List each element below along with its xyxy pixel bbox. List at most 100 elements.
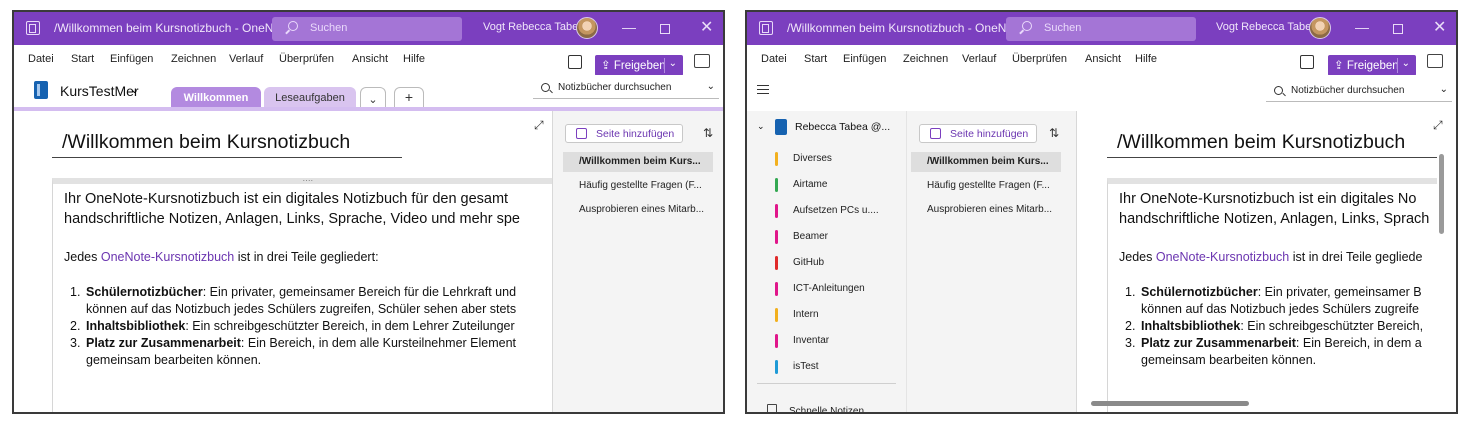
menu-zeichnen[interactable]: Zeichnen <box>171 53 216 65</box>
menu-zeichnen[interactable]: Zeichnen <box>903 53 948 65</box>
chevron-down-icon: ⌄ <box>1401 58 1410 69</box>
list-item: können auf das Notizbuch jedes Schülers … <box>70 301 536 318</box>
chevron-down-icon[interactable]: ⌄ <box>757 121 765 132</box>
menu-verlauf[interactable]: Verlauf <box>229 53 263 65</box>
search-box[interactable]: Suchen <box>1006 17 1196 41</box>
menu-verlauf[interactable]: Verlauf <box>962 53 996 65</box>
user-name[interactable]: Vogt Rebecca Tabea <box>483 21 584 33</box>
section-color-tab <box>775 204 778 218</box>
hamburger-menu-icon[interactable] <box>757 85 769 94</box>
avatar[interactable] <box>576 17 598 39</box>
expand-icon[interactable]: ⤢ <box>534 118 544 133</box>
intro-line-1[interactable]: Ihr OneNote-Kursnotizbuch ist ein digita… <box>64 189 536 209</box>
notebook-selector[interactable]: KursTestMer <box>60 83 139 99</box>
add-page-button[interactable]: Seite hinzufügen <box>919 124 1037 143</box>
list-text: : Ein Bereich, in dem alle Kursteilnehme… <box>240 336 517 350</box>
intro-line-1[interactable]: Ihr OneNote-Kursnotizbuch ist ein digita… <box>1119 189 1437 209</box>
sections-pane: ⌄ Rebecca Tabea @... Diverses Airtame Au… <box>747 111 907 412</box>
notebook-search[interactable]: Notizbücher durchsuchen ⌄ <box>533 79 719 99</box>
menu-hilfe[interactable]: Hilfe <box>1135 53 1157 65</box>
page-item-willkommen[interactable]: /Willkommen beim Kurs... <box>911 152 1061 172</box>
drag-handle-icon[interactable]: ···· <box>303 177 314 185</box>
tab-leseaufgaben[interactable]: Leseaufgaben <box>264 87 356 109</box>
list-item: gemeinsam bearbeiten können. <box>70 352 536 369</box>
list-bold: Platz zur Zusammenarbeit <box>86 336 241 350</box>
feedback-icon[interactable] <box>694 54 710 68</box>
onenote-app-icon <box>759 21 773 35</box>
vertical-scrollbar[interactable] <box>1439 154 1444 234</box>
notebook-name: Rebecca Tabea @... <box>795 121 891 133</box>
user-name[interactable]: Vogt Rebecca Tabea <box>1216 21 1317 33</box>
menu-datei[interactable]: Datei <box>28 53 54 65</box>
menu-start[interactable]: Start <box>71 53 94 65</box>
page-title[interactable]: /Willkommen beim Kursnotizbuch <box>62 131 350 154</box>
list-bold: Inhaltsbibliothek <box>1141 319 1241 333</box>
page-item-willkommen[interactable]: /Willkommen beim Kurs... <box>563 152 713 172</box>
menu-ueberpruefen[interactable]: Überprüfen <box>279 53 334 65</box>
maximize-icon[interactable] <box>660 24 670 34</box>
intro-paragraph-2[interactable]: Jedes OneNote-Kursnotizbuch ist in drei … <box>1119 250 1437 264</box>
share-button[interactable]: ⇪ Freigeben ⌄ <box>1328 55 1416 76</box>
quick-notes-icon <box>767 404 777 412</box>
add-page-button[interactable]: Seite hinzufügen <box>565 124 683 143</box>
add-page-label: Seite hinzufügen <box>950 128 1029 140</box>
section-color-tab <box>775 282 778 296</box>
expand-icon[interactable]: ⤢ <box>1433 118 1443 133</box>
menu-einfuegen[interactable]: Einfügen <box>843 53 886 65</box>
section-color-tab <box>775 178 778 192</box>
search-icon <box>288 21 298 31</box>
chevron-down-icon[interactable]: ⌄ <box>130 83 139 96</box>
minimize-icon[interactable]: — <box>622 19 636 35</box>
menu-ansicht[interactable]: Ansicht <box>352 53 388 65</box>
para2-suffix: ist in drei Teile gegliede <box>1289 250 1423 264</box>
share-button[interactable]: ⇪ Freigeben ⌄ <box>595 55 683 76</box>
sticky-notes-icon[interactable] <box>1300 55 1314 69</box>
tabs-overflow-button[interactable]: ⌄ <box>360 87 386 109</box>
menu-ueberpruefen[interactable]: Überprüfen <box>1012 53 1067 65</box>
menu-hilfe[interactable]: Hilfe <box>403 53 425 65</box>
tab-willkommen[interactable]: Willkommen <box>171 87 261 109</box>
numbered-list[interactable]: 1. Schülernotizbücher: Ein privater, geme… <box>1125 284 1437 369</box>
close-icon[interactable]: ✕ <box>700 17 713 37</box>
section-label: Intern <box>793 309 819 320</box>
menu-datei[interactable]: Datei <box>761 53 787 65</box>
numbered-list[interactable]: 1. Schülernotizbücher: Ein privater, geme… <box>70 284 536 369</box>
chevron-down-icon: ⌄ <box>668 58 677 69</box>
page-item-mitarbeit[interactable]: Ausprobieren eines Mitarb... <box>911 200 1061 220</box>
section-label: Inventar <box>793 335 830 346</box>
onenote-window-narrow: /Willkommen beim Kursnotizbuch - OneN...… <box>12 10 725 414</box>
menu-start[interactable]: Start <box>804 53 827 65</box>
share-label: Freigeben <box>1346 60 1399 72</box>
avatar[interactable] <box>1309 17 1331 39</box>
page-item-mitarbeit[interactable]: Ausprobieren eines Mitarb... <box>563 200 713 220</box>
onenote-link[interactable]: OneNote-Kursnotizbuch <box>1156 250 1289 264</box>
add-page-label: Seite hinzufügen <box>596 128 675 140</box>
sticky-notes-icon[interactable] <box>568 55 582 69</box>
close-icon[interactable]: ✕ <box>1433 17 1446 37</box>
notebook-search[interactable]: Notizbücher durchsuchen ⌄ <box>1266 82 1452 102</box>
sort-icon[interactable]: ⇅ <box>703 126 713 140</box>
menu-ansicht[interactable]: Ansicht <box>1085 53 1121 65</box>
intro-paragraph-2[interactable]: Jedes OneNote-Kursnotizbuch ist in drei … <box>64 250 536 264</box>
feedback-icon[interactable] <box>1427 54 1443 68</box>
list-number: 2. <box>70 319 81 333</box>
horizontal-scrollbar[interactable] <box>1091 401 1249 406</box>
minimize-icon[interactable]: — <box>1355 19 1369 35</box>
list-item: 3. Platz zur Zusammenarbeit: Ein Bereich,… <box>70 335 536 352</box>
menu-einfuegen[interactable]: Einfügen <box>110 53 153 65</box>
onenote-window-wide: /Willkommen beim Kursnotizbuch - OneN...… <box>745 10 1458 414</box>
notebook-search-placeholder: Notizbücher durchsuchen <box>1291 85 1405 96</box>
page-item-faq[interactable]: Häufig gestellte Fragen (F... <box>911 176 1061 196</box>
search-box[interactable]: Suchen <box>272 17 462 41</box>
onenote-link[interactable]: OneNote-Kursnotizbuch <box>101 250 234 264</box>
sort-icon[interactable]: ⇅ <box>1049 126 1059 140</box>
add-section-button[interactable]: + <box>394 87 424 109</box>
intro-line-2[interactable]: handschriftliche Notizen, Anlagen, Links… <box>1119 209 1437 229</box>
notebook-icon <box>34 81 48 99</box>
maximize-icon[interactable] <box>1393 24 1403 34</box>
page-title[interactable]: /Willkommen beim Kursnotizbuch <box>1117 131 1405 154</box>
section-color-tab <box>775 152 778 166</box>
section-color-tab <box>775 230 778 244</box>
page-item-faq[interactable]: Häufig gestellte Fragen (F... <box>563 176 713 196</box>
intro-line-2[interactable]: handschriftliche Notizen, Anlagen, Links… <box>64 209 536 229</box>
